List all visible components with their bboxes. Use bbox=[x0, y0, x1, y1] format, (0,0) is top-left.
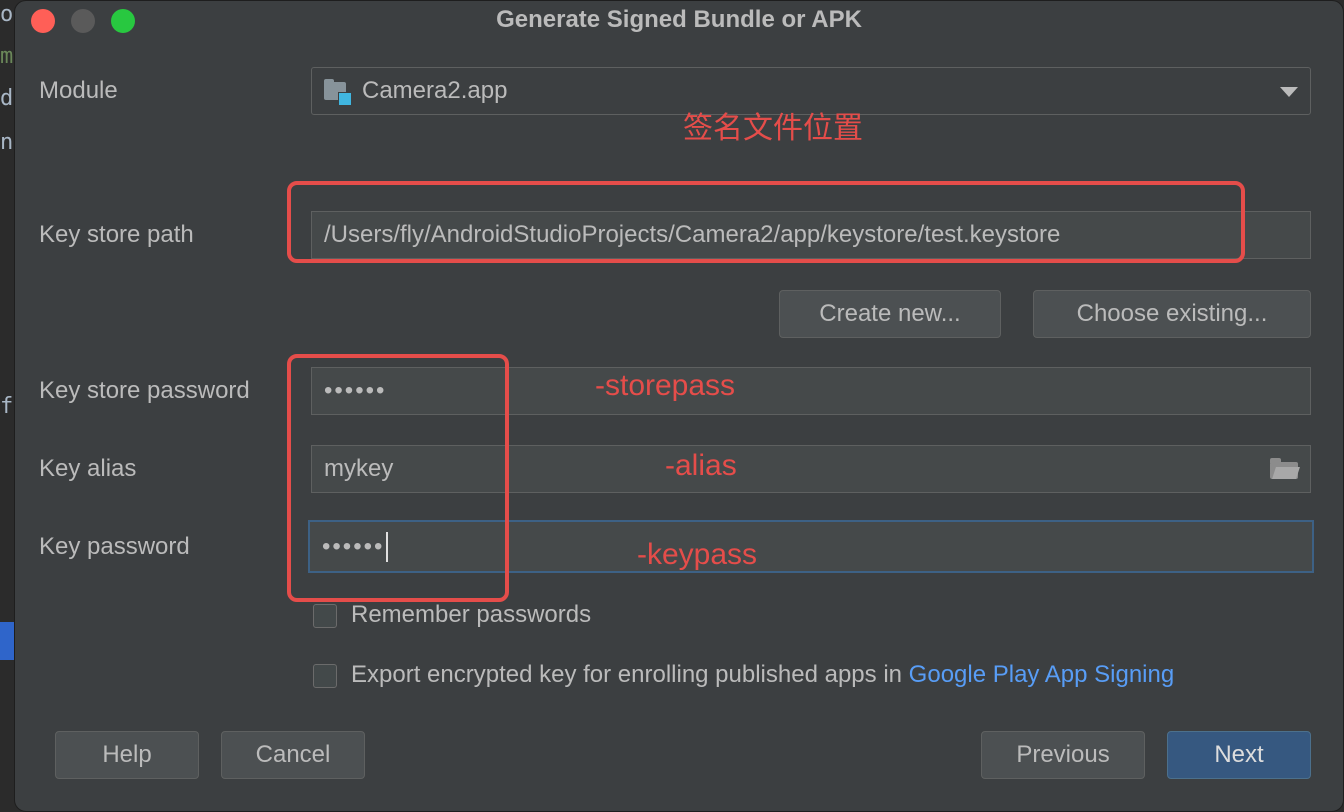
key-password-label: Key password bbox=[39, 533, 190, 560]
key-alias-label: Key alias bbox=[39, 455, 137, 482]
export-key-label-row: Export encrypted key for enrolling publi… bbox=[351, 661, 1174, 689]
editor-glyph: d bbox=[0, 86, 14, 111]
create-new-button[interactable]: Create new... bbox=[779, 290, 1001, 338]
editor-glyph: o bbox=[0, 2, 14, 27]
cancel-button[interactable]: Cancel bbox=[221, 731, 365, 779]
module-value: Camera2.app bbox=[362, 77, 508, 104]
help-button[interactable]: Help bbox=[55, 731, 199, 779]
module-folder-icon bbox=[324, 78, 352, 106]
annotation-keypass: -keypass bbox=[637, 538, 758, 571]
annotation-signature-location: 签名文件位置 bbox=[683, 112, 863, 145]
keystore-password-label: Key store password bbox=[39, 377, 250, 404]
remember-passwords-label: Remember passwords bbox=[351, 601, 592, 628]
keystore-path-label: Key store path bbox=[39, 221, 194, 248]
next-button[interactable]: Next bbox=[1167, 731, 1311, 779]
editor-selection bbox=[0, 622, 14, 660]
export-key-label: Export encrypted key for enrolling publi… bbox=[351, 661, 902, 688]
editor-glyph: n bbox=[0, 130, 14, 155]
signed-bundle-dialog: Generate Signed Bundle or APK Module Cam… bbox=[14, 0, 1344, 812]
editor-glyph: f bbox=[0, 394, 14, 419]
annotation-alias: -alias bbox=[665, 449, 737, 482]
choose-existing-button[interactable]: Choose existing... bbox=[1033, 290, 1311, 338]
dialog-title: Generate Signed Bundle or APK bbox=[496, 6, 862, 33]
title-bar: Generate Signed Bundle or APK bbox=[15, 1, 1343, 41]
export-key-checkbox[interactable] bbox=[313, 664, 337, 688]
editor-glyph: m bbox=[0, 44, 14, 69]
folder-open-icon[interactable] bbox=[1270, 458, 1300, 480]
module-label: Module bbox=[39, 77, 118, 104]
annotation-box-credentials bbox=[287, 354, 509, 602]
remember-passwords-checkbox[interactable] bbox=[313, 604, 337, 628]
chevron-down-icon[interactable] bbox=[1280, 87, 1298, 97]
annotation-storepass: -storepass bbox=[595, 369, 736, 402]
previous-button[interactable]: Previous bbox=[981, 731, 1145, 779]
google-play-signing-link[interactable]: Google Play App Signing bbox=[909, 661, 1175, 688]
annotation-box-keystore-path bbox=[287, 181, 1245, 263]
